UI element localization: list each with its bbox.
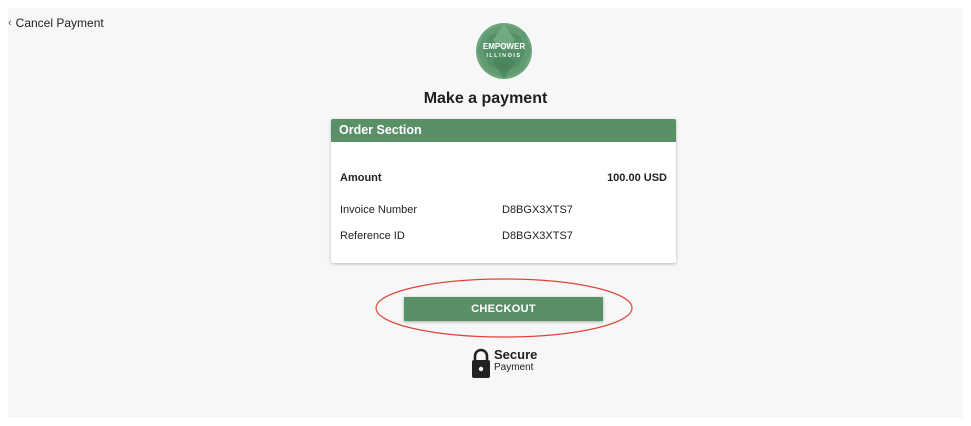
- page-title: Make a payment: [423, 90, 548, 107]
- invoice-label: Invoice Number: [340, 204, 418, 216]
- chevron-left-icon: ‹: [8, 17, 12, 29]
- logo-line2: ILLINOIS: [486, 53, 521, 59]
- payment-page: ‹ Cancel Payment EMPOWER ILLINOIS Make a…: [8, 8, 963, 418]
- secure-payment-badge: Secure Payment: [471, 347, 537, 381]
- reference-value: D8BGX3XTS7: [502, 230, 573, 242]
- secure-title: Secure: [494, 347, 538, 362]
- secure-subtitle: Payment: [494, 362, 534, 373]
- reference-label: Reference ID: [340, 230, 405, 242]
- logo-line1: EMPOWER: [483, 42, 525, 51]
- cancel-payment-label: Cancel Payment: [15, 16, 104, 30]
- order-section-header: Order Section: [331, 119, 676, 142]
- amount-label: Amount: [340, 172, 382, 184]
- invoice-value: D8BGX3XTS7: [502, 204, 573, 216]
- checkout-button[interactable]: CHECKOUT: [404, 297, 603, 321]
- order-section-card: Order Section Amount 100.00 USD Invoice …: [331, 119, 676, 263]
- cancel-payment-link[interactable]: ‹ Cancel Payment: [8, 16, 104, 30]
- empower-illinois-logo: EMPOWER ILLINOIS: [476, 23, 532, 79]
- amount-value: 100.00 USD: [607, 172, 667, 184]
- lock-icon: [472, 348, 490, 378]
